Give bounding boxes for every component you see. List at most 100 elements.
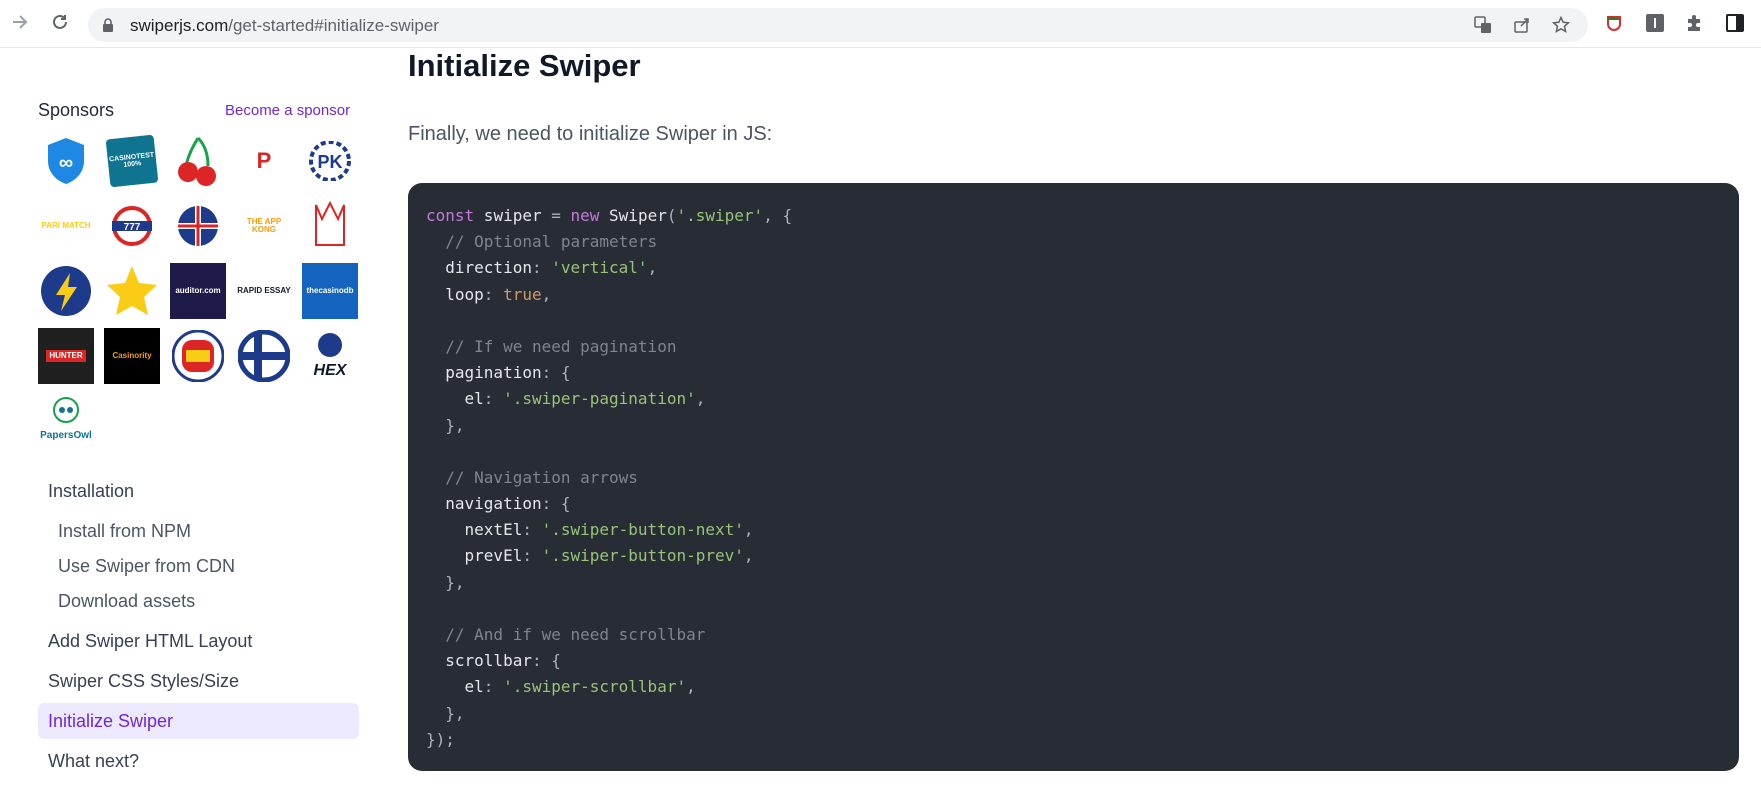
page-title: Initialize Swiper xyxy=(408,48,641,83)
svg-text:PapersOwl: PapersOwl xyxy=(40,430,92,441)
code-token: '.swiper-button-prev' xyxy=(541,546,744,566)
code-line: prevEl: '.swiper-button-prev', xyxy=(426,543,1721,569)
code-token: new xyxy=(570,206,600,225)
code-line: // Navigation arrows xyxy=(426,465,1721,491)
code-token: , xyxy=(695,389,706,409)
code-line: el: '.swiper-scrollbar', xyxy=(426,674,1721,700)
dutch-logo[interactable] xyxy=(170,328,226,384)
intro-text: Finally, we need to initialize Swiper in… xyxy=(408,123,773,145)
code-token: , xyxy=(541,284,552,304)
code-token: pagination xyxy=(426,363,542,383)
code-token: : { xyxy=(541,363,571,383)
code-block[interactable]: const swiper = new Swiper('.swiper', { /… xyxy=(408,183,1739,771)
finland-logo[interactable] xyxy=(236,328,292,384)
code-token: const xyxy=(426,206,475,225)
nav-initialize-swiper[interactable]: Initialize Swiper xyxy=(48,711,173,732)
theappkong-logo[interactable]: THE APP KONG xyxy=(236,198,292,254)
url-text[interactable]: swiperjs.com/get-started#initialize-swip… xyxy=(130,16,439,36)
sponsors-title: Sponsors xyxy=(38,100,115,120)
code-token: , xyxy=(647,258,658,278)
code-token: prevEl xyxy=(426,546,523,566)
code-token: , { xyxy=(763,206,793,225)
code-token: direction xyxy=(426,258,532,278)
code-token: : { xyxy=(531,651,561,671)
777-logo[interactable]: 777 xyxy=(104,198,160,254)
shield-logo[interactable]: ∞ xyxy=(38,133,94,189)
code-token: }); xyxy=(426,729,455,749)
code-line: // And if we need scrollbar xyxy=(426,622,1721,648)
code-token: navigation xyxy=(426,494,542,514)
auditor-logo[interactable]: auditor.com xyxy=(170,263,226,319)
nav-what-next[interactable]: What next? xyxy=(48,751,139,772)
code-token: : xyxy=(522,520,542,540)
code-token: , xyxy=(743,520,754,540)
code-token: }, xyxy=(426,415,465,435)
code-token: // If we need pagination xyxy=(426,336,677,356)
svg-text:∞: ∞ xyxy=(59,152,73,174)
code-token: '.swiper-scrollbar' xyxy=(503,677,687,697)
lightning-logo[interactable] xyxy=(38,263,94,319)
code-line: }); xyxy=(426,727,1721,753)
code-token: scrollbar xyxy=(426,651,532,671)
extension-shield-icon[interactable] xyxy=(1603,12,1625,34)
rapidessay-logo[interactable]: RAPID ESSAY xyxy=(236,263,292,319)
url-path: /get-started#initialize-swiper xyxy=(228,16,439,35)
code-token: }, xyxy=(426,703,465,723)
code-line: }, xyxy=(426,701,1721,727)
cherry-logo[interactable] xyxy=(170,133,226,189)
casinotest-logo[interactable]: CASINOTEST 100% xyxy=(104,133,160,189)
thecasinodb-logo[interactable]: thecasinodb xyxy=(302,263,358,319)
address-bar[interactable]: swiperjs.com/get-started#initialize-swip… xyxy=(88,8,1588,42)
code-line: el: '.swiper-pagination', xyxy=(426,386,1721,412)
code-line: navigation: { xyxy=(426,491,1721,517)
p-logo[interactable]: P xyxy=(236,133,292,189)
extension-i-icon[interactable] xyxy=(1644,12,1666,34)
star-logo[interactable] xyxy=(104,263,160,319)
nav-add-layout[interactable]: Add Swiper HTML Layout xyxy=(48,631,252,652)
forward-icon[interactable] xyxy=(8,10,32,34)
code-line: const swiper = new Swiper('.swiper', { xyxy=(426,203,1721,229)
code-token: : { xyxy=(541,494,571,514)
code-token: nextEl xyxy=(426,520,523,540)
code-token: '.swiper' xyxy=(676,206,764,225)
svg-text:777: 777 xyxy=(124,222,141,233)
pk-logo[interactable]: PK xyxy=(302,133,358,189)
nav-download-assets[interactable]: Download assets xyxy=(58,591,195,612)
nav-installation[interactable]: Installation xyxy=(48,481,134,502)
code-line: }, xyxy=(426,570,1721,596)
code-token: : xyxy=(483,677,504,697)
browser-toolbar: swiperjs.com/get-started#initialize-swip… xyxy=(0,0,1761,48)
code-token: loop xyxy=(426,284,484,304)
translate-icon[interactable] xyxy=(1473,15,1493,35)
code-token: , xyxy=(743,546,754,566)
uk-logo[interactable] xyxy=(170,198,226,254)
reload-icon[interactable] xyxy=(48,10,72,34)
nav-install-npm[interactable]: Install from NPM xyxy=(58,521,191,542)
side-panel-icon[interactable] xyxy=(1724,12,1746,34)
code-token: : xyxy=(531,258,552,278)
hex-logo[interactable]: HEX xyxy=(302,328,358,384)
code-token: el xyxy=(426,677,484,697)
parimatch-logo[interactable]: PARI MATCH xyxy=(38,198,94,254)
papersowl-logo[interactable]: PapersOwl xyxy=(38,393,94,449)
share-icon[interactable] xyxy=(1512,15,1532,35)
nav-use-cdn[interactable]: Use Swiper from CDN xyxy=(58,556,235,577)
code-token: , xyxy=(686,677,696,697)
crown-logo[interactable] xyxy=(302,198,358,254)
lock-icon[interactable] xyxy=(102,18,114,32)
code-token: : xyxy=(483,389,504,409)
code-line: pagination: { xyxy=(426,360,1721,386)
code-token: '.swiper-pagination' xyxy=(503,389,696,409)
extensions-puzzle-icon[interactable] xyxy=(1684,12,1706,34)
code-line: loop: true, xyxy=(426,282,1721,308)
casinority-logo[interactable]: Casinority xyxy=(104,328,160,384)
become-sponsor-link[interactable]: Become a sponsor xyxy=(225,102,350,119)
code-token: swiper xyxy=(474,206,552,225)
bookmark-star-icon[interactable] xyxy=(1551,15,1571,35)
code-token: // And if we need scrollbar xyxy=(426,625,706,644)
casinohunter-logo[interactable]: HUNTER xyxy=(38,328,94,384)
code-token: Swiper xyxy=(599,206,667,225)
nav-css-styles[interactable]: Swiper CSS Styles/Size xyxy=(48,671,239,692)
